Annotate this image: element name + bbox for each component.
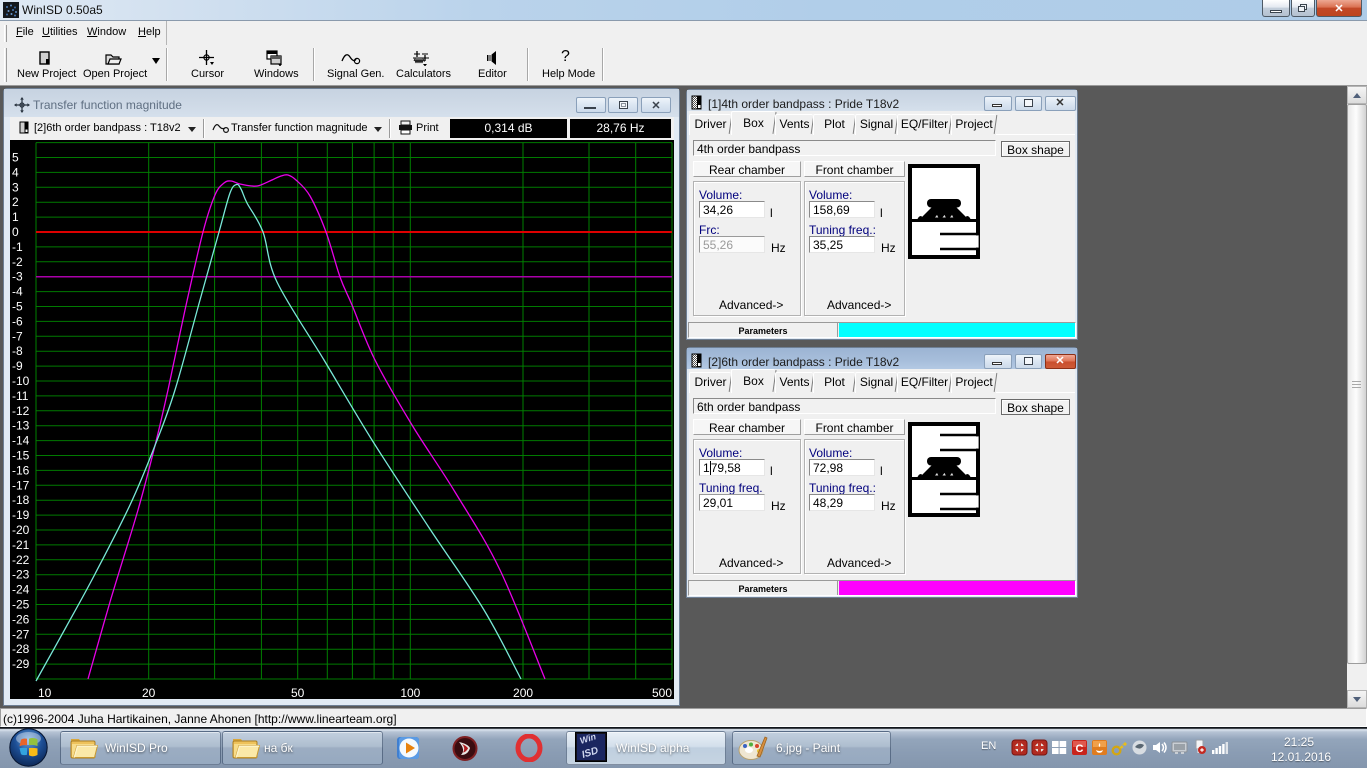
svg-text:-23: -23: [12, 568, 30, 582]
svg-text:-28: -28: [12, 642, 30, 656]
svg-text:-8: -8: [12, 344, 23, 358]
svg-text:-7: -7: [12, 329, 23, 343]
svg-text:-13: -13: [12, 419, 30, 433]
svg-text:-29: -29: [12, 657, 30, 671]
svg-text:-6: -6: [12, 314, 23, 328]
svg-text:-20: -20: [12, 523, 30, 537]
svg-text:-2: -2: [12, 255, 23, 269]
svg-text:100: 100: [400, 686, 420, 699]
svg-text:4: 4: [12, 165, 19, 179]
svg-text:500: 500: [652, 686, 672, 699]
svg-text:3: 3: [12, 180, 19, 194]
svg-text:-12: -12: [12, 404, 30, 418]
svg-text:2: 2: [12, 195, 19, 209]
svg-text:-3: -3: [12, 270, 23, 284]
svg-text:-10: -10: [12, 374, 30, 388]
svg-text:-25: -25: [12, 598, 30, 612]
svg-text:-5: -5: [12, 300, 23, 314]
svg-text:-22: -22: [12, 553, 30, 567]
svg-text:200: 200: [513, 686, 533, 699]
svg-text:-26: -26: [12, 612, 30, 626]
svg-text:0: 0: [12, 225, 19, 239]
svg-text:-18: -18: [12, 493, 30, 507]
svg-text:-19: -19: [12, 508, 30, 522]
svg-text:5: 5: [12, 151, 19, 165]
svg-text:50: 50: [291, 686, 305, 699]
svg-text:10: 10: [38, 686, 52, 699]
svg-text:-16: -16: [12, 463, 30, 477]
svg-text:1: 1: [12, 210, 19, 224]
svg-text:-11: -11: [12, 389, 29, 403]
svg-text:-9: -9: [12, 359, 23, 373]
svg-text:-4: -4: [12, 285, 23, 299]
svg-text:-27: -27: [12, 627, 30, 641]
svg-text:C: C: [1076, 743, 1084, 755]
svg-text:-14: -14: [12, 434, 30, 448]
svg-text:-24: -24: [12, 583, 30, 597]
svg-text:-1: -1: [12, 240, 23, 254]
svg-text:20: 20: [142, 686, 156, 699]
svg-text:-17: -17: [12, 478, 30, 492]
svg-text:-21: -21: [12, 538, 30, 552]
svg-text:-15: -15: [12, 449, 30, 463]
